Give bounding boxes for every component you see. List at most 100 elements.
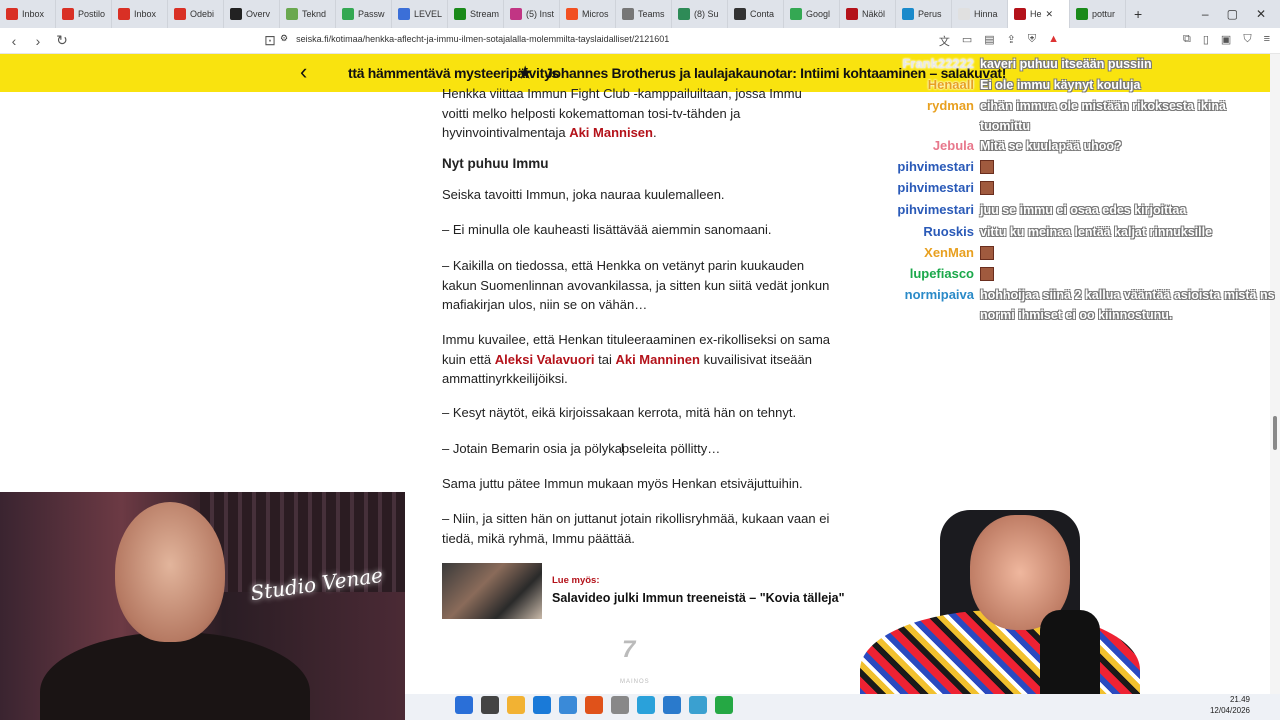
tab-favicon-icon	[566, 8, 578, 20]
browser-tab[interactable]: (5) Inst	[504, 0, 560, 28]
tab-label: Inbox	[134, 9, 157, 19]
bookmark-icon[interactable]: ⊡	[260, 32, 280, 49]
chat-text: vittu ku meinaa lentää kaljat rinnuksill…	[980, 225, 1213, 239]
toolbar-icons: 文 ▭ ▤ ⇪ ⛨ ▲ ⧉ ▯ ▣ ⛉ ≡	[939, 33, 1270, 49]
clock-time: 21.49	[1229, 695, 1250, 704]
browser-tab[interactable]: Postilo	[56, 0, 112, 28]
url-text: seiska.fi/kotimaa/henkka-aflecht-ja-immu…	[296, 33, 670, 44]
vscode-icon[interactable]	[663, 696, 681, 714]
tab-label: Conta	[750, 9, 775, 19]
reload-icon[interactable]: ↻	[52, 32, 72, 49]
tab-favicon-icon	[622, 8, 634, 20]
tab-label: Näköl	[862, 9, 886, 19]
browser-tab[interactable]: Micros	[560, 0, 616, 28]
tab-favicon-icon	[1014, 8, 1026, 20]
wallet-icon[interactable]: ▣	[1221, 33, 1231, 49]
cast-icon[interactable]: ▭	[962, 33, 972, 49]
maximize-icon[interactable]: ▢	[1227, 7, 1238, 21]
paragraph: Sama juttu pätee Immun mukaan myös Henka…	[442, 476, 803, 491]
chat-text: juu se immu ei osaa edes kirjoittaa	[980, 203, 1187, 217]
paragraph: – Ei minulla ole kauheasti lisättävää ai…	[442, 222, 772, 237]
chat-emote-icon	[980, 267, 994, 281]
taskview-icon[interactable]	[481, 696, 499, 714]
store-icon[interactable]	[559, 696, 577, 714]
browser-tab[interactable]: Overv	[224, 0, 280, 28]
browser-tab[interactable]: Näköl	[840, 0, 896, 28]
vpn-icon[interactable]: ⛉	[1243, 33, 1251, 49]
related-article-card[interactable]: Lue myös: Salavideo julki Immun treeneis…	[442, 563, 845, 619]
minimize-icon[interactable]: –	[1202, 7, 1209, 21]
chat-username: Frank22222	[902, 56, 974, 71]
chat-emote-icon	[980, 181, 994, 195]
person-link[interactable]: Aki Mannisen	[569, 125, 653, 140]
chat-message: rydman eihän immua ole mistään rikoksesta…	[880, 96, 1275, 136]
chevron-left-icon[interactable]: ‹	[300, 59, 307, 85]
notes-icon[interactable]	[689, 696, 707, 714]
person-link[interactable]: Aki Manninen	[615, 352, 700, 367]
translate-icon[interactable]: 文	[939, 33, 950, 49]
chat-username: XenMan	[924, 245, 974, 260]
browser-tab[interactable]: Teknd	[280, 0, 336, 28]
close-window-icon[interactable]: ✕	[1256, 7, 1266, 21]
reader-icon[interactable]: ▤	[984, 33, 994, 49]
browser-tab[interactable]: Odebi	[168, 0, 224, 28]
tab-favicon-icon	[342, 8, 354, 20]
person-link[interactable]: Aleksi Valavuori	[495, 352, 595, 367]
chat-message: Henaall Ei ole immu käynyt koulujа	[880, 75, 1275, 95]
telegram-icon[interactable]	[637, 696, 655, 714]
forward-icon[interactable]: ›	[28, 33, 48, 49]
tab-favicon-icon	[454, 8, 466, 20]
tab-favicon-icon	[790, 8, 802, 20]
chat-username: pihvimestari	[897, 180, 974, 195]
system-clock[interactable]: 21.49 12/04/2026	[1210, 694, 1250, 716]
app-icon[interactable]	[611, 696, 629, 714]
browser-tab[interactable]: Conta	[728, 0, 784, 28]
browser-tab[interactable]: pottur	[1070, 0, 1126, 28]
extensions-icon[interactable]: ⧉	[1183, 33, 1191, 49]
chat-username: lupefiasco	[909, 266, 974, 281]
related-title[interactable]: Salavideo julki Immun treeneistä – "Kovi…	[552, 591, 845, 605]
browser-tab[interactable]: Inbox	[112, 0, 168, 28]
explorer-icon[interactable]	[507, 696, 525, 714]
seiska-logo-icon: 7	[622, 636, 636, 663]
browser-tab[interactable]: He ✕	[1008, 0, 1070, 28]
clock-date: 12/04/2026	[1209, 706, 1250, 715]
scrollbar-thumb[interactable]	[1273, 416, 1277, 450]
browser-tab[interactable]: (8) Su	[672, 0, 728, 28]
url-field[interactable]: ⚙ seiska.fi/kotimaa/henkka-aflecht-ja-im…	[280, 33, 669, 44]
paragraph: – Kesyt näytöt, eikä kirjoissakaan kerro…	[442, 405, 797, 420]
sidebar-icon[interactable]: ▯	[1203, 33, 1209, 49]
shield-icon[interactable]: ⛨	[1028, 33, 1036, 49]
chat-text: Mitä se kuulapää uhoo?	[980, 139, 1122, 153]
windows-icon[interactable]	[455, 696, 473, 714]
chat-emote-icon	[980, 246, 994, 260]
rewards-icon[interactable]: ▲	[1048, 33, 1059, 49]
browser-tab[interactable]: LEVEL	[392, 0, 448, 28]
related-thumbnail[interactable]	[442, 563, 542, 619]
brave-icon[interactable]	[585, 696, 603, 714]
browser-tab[interactable]: Hinna	[952, 0, 1008, 28]
window-controls: – ▢ ✕	[1202, 0, 1280, 28]
edge-icon[interactable]	[533, 696, 551, 714]
share-icon[interactable]: ⇪	[1007, 33, 1016, 49]
tab-favicon-icon	[846, 8, 858, 20]
browser-tab[interactable]: Stream	[448, 0, 504, 28]
browser-tab[interactable]: Perus	[896, 0, 952, 28]
whatsapp-icon[interactable]	[715, 696, 733, 714]
tab-label: Hinna	[974, 9, 998, 19]
browser-tab-bar: Inbox Postilo Inbox Odebi Overv Teknd Passw LEV…	[0, 0, 1280, 28]
tab-label: Overv	[246, 9, 271, 19]
browser-tab[interactable]: Inbox	[0, 0, 56, 28]
tab-favicon-icon	[62, 8, 74, 20]
address-bar-row: ‹ › ↻ ⊡ ⚙ seiska.fi/kotimaa/henkka-aflec…	[0, 28, 1280, 54]
browser-tab[interactable]: Googl	[784, 0, 840, 28]
browser-tab[interactable]: Teams	[616, 0, 672, 28]
close-tab-icon[interactable]: ✕	[1046, 9, 1054, 20]
site-info-icon[interactable]: ⚙	[280, 33, 288, 44]
menu-icon[interactable]: ≡	[1264, 33, 1270, 49]
back-icon[interactable]: ‹	[4, 33, 24, 49]
browser-tab[interactable]: Passw	[336, 0, 392, 28]
new-tab-button[interactable]: +	[1126, 6, 1150, 22]
tab-favicon-icon	[230, 8, 242, 20]
chat-text: Ei ole immu käynyt koulujа	[980, 78, 1141, 92]
